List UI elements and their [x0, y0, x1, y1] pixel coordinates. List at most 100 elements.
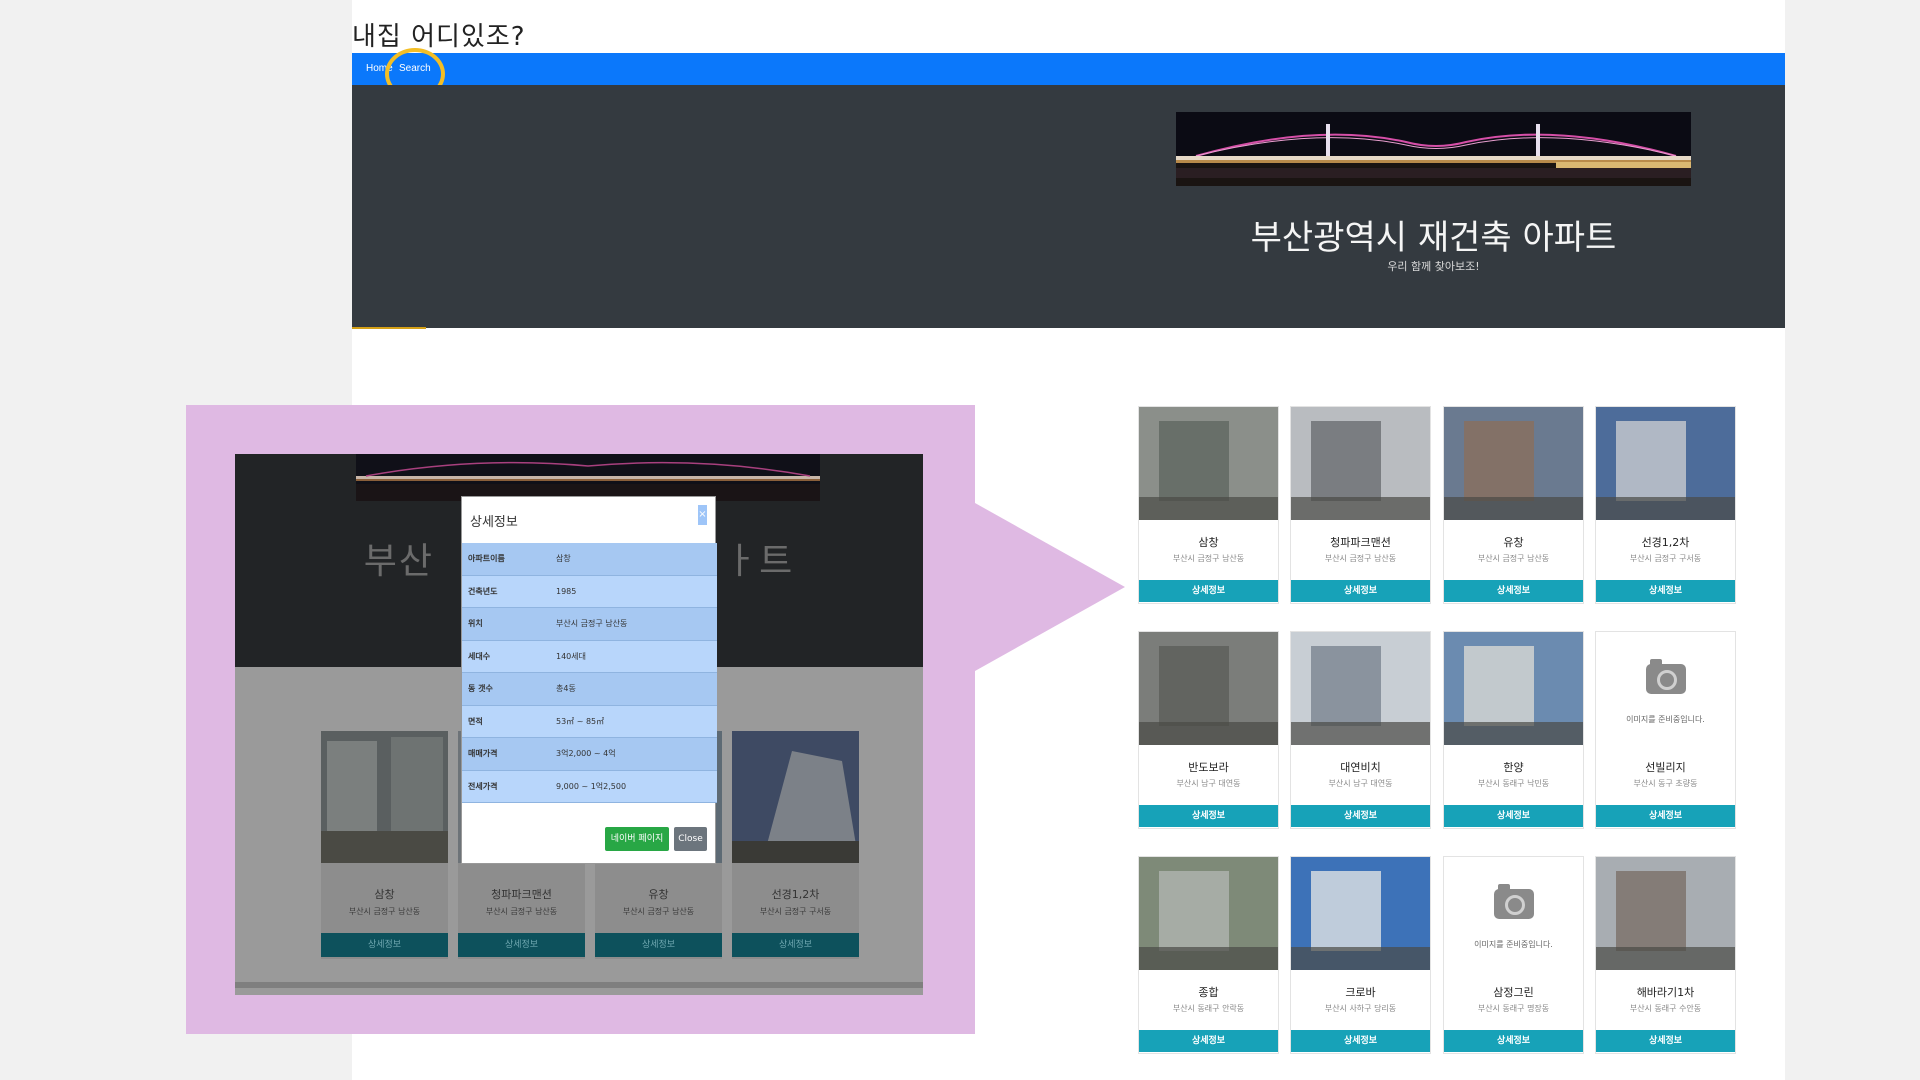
apartment-photo [1291, 857, 1430, 970]
apartment-name: 한양 [1503, 761, 1524, 774]
detail-button[interactable]: 상세정보 [1444, 805, 1583, 827]
placeholder-text: 이미지를 준비중입니다. [1474, 940, 1553, 949]
inset-card-photo [321, 731, 448, 863]
detail-value: 3억2,000 ~ 4억 [556, 749, 616, 759]
apartment-photo [1596, 407, 1735, 520]
inset-card: 삼창 부산시 금정구 남산동 상세정보 [321, 731, 448, 959]
detail-value: 총4동 [556, 684, 576, 694]
detail-button[interactable]: 상세정보 [1139, 1030, 1278, 1052]
detail-row: 건축년도 1985 [462, 575, 717, 608]
inset-card-name: 삼창 [374, 888, 395, 901]
detail-row: 면적 53㎡ ~ 85㎡ [462, 705, 717, 738]
apartment-photo [1139, 632, 1278, 745]
modal-detail-table: 아파트이름 삼창건축년도 1985 위치 부산시 금정구 남산동세대수 140세대동 갯수… [462, 543, 717, 803]
apartment-name: 선빌리지 [1645, 761, 1686, 774]
apartment-card: 종합 부산시 동래구 안락동 상세정보 [1138, 856, 1279, 1054]
detail-value: 삼창 [556, 554, 571, 564]
inset-card-addr: 부산시 금정구 남산동 [485, 907, 558, 916]
apartment-name: 반도보라 [1188, 761, 1229, 774]
inset-card-addr: 부산시 금정구 남산동 [348, 907, 421, 916]
apartment-photo [1444, 632, 1583, 745]
detail-button[interactable]: 상세정보 [1291, 580, 1430, 602]
detail-button[interactable]: 상세정보 [1291, 805, 1430, 827]
apartment-address: 부산시 남구 대연동 [1328, 779, 1393, 788]
detail-key: 세대수 [468, 651, 491, 661]
image-placeholder: 이미지를 준비중입니다. [1596, 632, 1735, 745]
detail-button[interactable]: 상세정보 [1291, 1030, 1430, 1052]
site-title: 내집 어디있조? [352, 22, 526, 52]
apartment-address: 부산시 금정구 남산동 [1324, 554, 1397, 563]
bridge-banner-image [1176, 112, 1691, 186]
apartment-name: 청파파크맨션 [1330, 536, 1391, 549]
detail-value: 9,000 ~ 1억2,500 [556, 781, 627, 791]
modal-close-button[interactable]: Close [674, 827, 707, 851]
inset-card-photo [732, 731, 859, 863]
apartment-name: 유창 [1503, 536, 1524, 549]
detail-button[interactable]: 상세정보 [1596, 580, 1735, 602]
apartment-address: 부산시 동구 초량동 [1633, 779, 1698, 788]
inset-detail-button[interactable]: 상세정보 [595, 933, 722, 957]
apartment-name: 삼창 [1198, 536, 1219, 549]
inset-card-name: 청파파크맨션 [491, 888, 552, 901]
apartment-card: 청파파크맨션부산시 금정구 남산동상세정보 [1290, 406, 1431, 604]
apartment-photo [1444, 407, 1583, 520]
detail-button[interactable]: 상세정보 [1139, 580, 1278, 602]
inset-title-right: ㅏ트 [724, 541, 795, 582]
apartment-address: 부산시 사하구 당리동 [1324, 1004, 1397, 1013]
apartment-card: 해바라기1차 부산시 동래구 수안동 상세정보 [1595, 856, 1736, 1054]
apartment-card: 이미지를 준비중입니다. 삼정그린 부산시 동래구 명장동 상세정보 [1443, 856, 1584, 1054]
detail-button[interactable]: 상세정보 [1139, 805, 1278, 827]
apartment-photo [1291, 407, 1430, 520]
apartment-name: 선경1,2차 [1641, 536, 1690, 549]
apartment-card: 유창부산시 금정구 남산동상세정보 [1443, 406, 1584, 604]
apartment-card: 이미지를 준비중입니다. 선빌리지부산시 동구 초량동상세정보 [1595, 631, 1736, 829]
inset-card: 선경1,2차 부산시 금정구 구서동 상세정보 [732, 731, 859, 959]
apartment-address: 부산시 남구 대연동 [1176, 779, 1241, 788]
detail-key: 아파트이름 [468, 554, 505, 564]
inset-card-name: 선경1,2차 [771, 888, 820, 901]
detail-row: 위치 부산시 금정구 남산동 [462, 608, 717, 641]
detail-button[interactable]: 상세정보 [1596, 805, 1735, 827]
apartment-name: 크로바 [1345, 986, 1376, 999]
detail-modal: 상세정보 × 아파트이름 삼창건축년도 1985 위치 부산시 금정구 남산동세대수 14… [461, 496, 717, 864]
apartment-address: 부산시 금정구 남산동 [1477, 554, 1550, 563]
inset-detail-button[interactable]: 상세정보 [732, 933, 859, 957]
inset-card-addr: 부산시 금정구 구서동 [759, 907, 832, 916]
apartment-photo [1139, 407, 1278, 520]
detail-button[interactable]: 상세정보 [1596, 1030, 1735, 1052]
apartment-address: 부산시 금정구 남산동 [1172, 554, 1245, 563]
inset-card-addr: 부산시 금정구 남산동 [622, 907, 695, 916]
detail-button[interactable]: 상세정보 [1444, 580, 1583, 602]
detail-key: 동 갯수 [468, 684, 493, 694]
apartment-address: 부산시 동래구 명장동 [1477, 1004, 1550, 1013]
apartment-card: 대연비치 부산시 남구 대연동 상세정보 [1290, 631, 1431, 829]
detail-row: 세대수 140세대 [462, 640, 717, 673]
detail-key: 위치 [468, 619, 483, 629]
detail-value: 1985 [556, 586, 577, 596]
callout-arrow [975, 503, 1125, 671]
detail-key: 매매가격 [468, 749, 498, 759]
detail-row: 동 갯수 총4동 [462, 673, 717, 706]
naver-page-button[interactable]: 네이버 페이지 [605, 827, 669, 851]
inset-detail-button[interactable]: 상세정보 [458, 933, 585, 957]
apartment-address: 부산시 금정구 구서동 [1629, 554, 1702, 563]
apartment-name: 종합 [1198, 986, 1219, 999]
detail-row: 매매가격 3억2,000 ~ 4억 [462, 738, 717, 771]
inset-detail-button[interactable]: 상세정보 [321, 933, 448, 957]
image-placeholder: 이미지를 준비중입니다. [1444, 857, 1583, 970]
detail-value: 부산시 금정구 남산동 [556, 619, 628, 629]
apartment-photo [1596, 857, 1735, 970]
apartment-address: 부산시 동래구 낙민동 [1477, 779, 1550, 788]
modal-title: 상세정보 [470, 515, 518, 530]
apartment-card: 크로바부산시 사하구 당리동상세정보 [1290, 856, 1431, 1054]
placeholder-text: 이미지를 준비중입니다. [1626, 715, 1705, 724]
detail-key: 건축년도 [468, 586, 498, 596]
modal-close-icon[interactable]: × [698, 505, 707, 525]
inset-bridge-image [356, 454, 820, 501]
apartment-card: 한양부산시 동래구 낙민동상세정보 [1443, 631, 1584, 829]
navbar: Home Search [352, 53, 1785, 85]
apartment-photo [1291, 632, 1430, 745]
detail-value: 140세대 [556, 651, 586, 661]
hero-title: 부산광역시 재건축 아파트 [1250, 218, 1617, 258]
detail-button[interactable]: 상세정보 [1444, 1030, 1583, 1052]
